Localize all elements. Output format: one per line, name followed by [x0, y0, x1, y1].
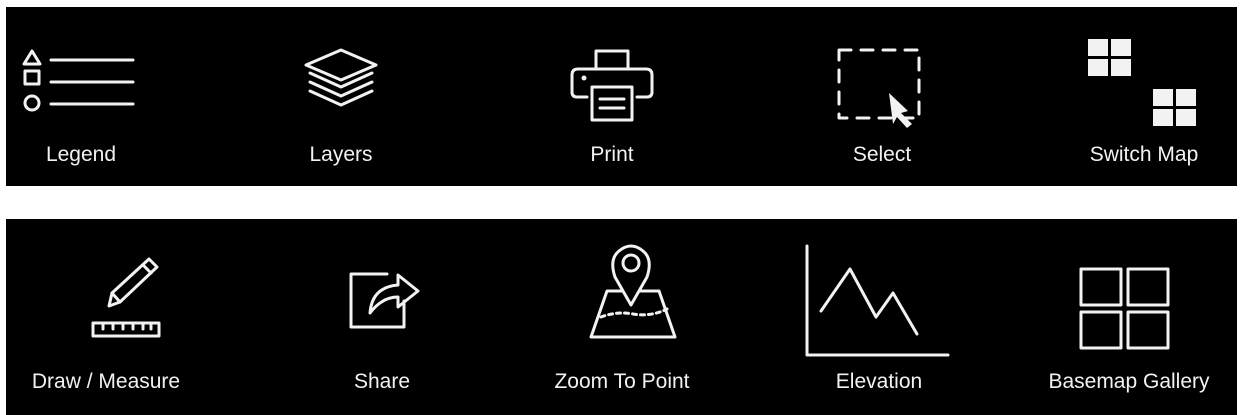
share-button[interactable]: Share [292, 219, 482, 415]
switch-map-label: Switch Map [1089, 143, 1199, 166]
top-toolbar: Legend Layers Print Select Switch Map [6, 7, 1237, 186]
legend-label: Legend [45, 143, 117, 166]
zoom-to-point-label: Zoom To Point [554, 370, 690, 393]
draw-measure-label: Draw / Measure [31, 370, 181, 393]
basemap-gallery-button[interactable]: Basemap Gallery [1036, 219, 1226, 415]
select-button[interactable]: Select [787, 7, 977, 186]
bottom-toolbar: Draw / Measure Share Zoom To Point Eleva… [6, 219, 1237, 415]
share-label: Share [353, 370, 411, 393]
basemap-gallery-label: Basemap Gallery [1048, 370, 1210, 393]
print-label: Print [590, 143, 634, 166]
select-label: Select [852, 143, 912, 166]
layers-button[interactable]: Layers [246, 7, 436, 186]
layers-label: Layers [309, 143, 373, 166]
elevation-label: Elevation [835, 370, 923, 393]
legend-button[interactable]: Legend [0, 7, 186, 186]
print-button[interactable]: Print [517, 7, 707, 186]
zoom-to-point-button[interactable]: Zoom To Point [537, 219, 727, 415]
switch-map-button[interactable]: Switch Map [1047, 7, 1237, 186]
draw-measure-button[interactable]: Draw / Measure [31, 219, 221, 415]
elevation-button[interactable]: Elevation [789, 219, 979, 415]
